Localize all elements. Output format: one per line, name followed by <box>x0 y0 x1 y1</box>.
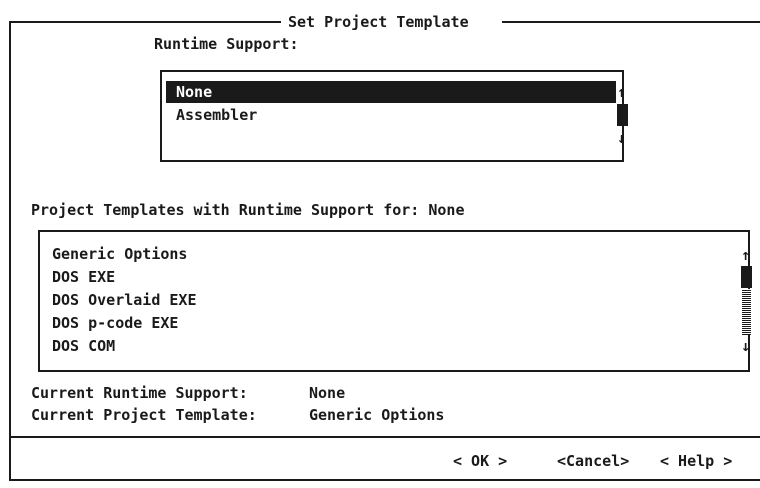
scrollbar-track[interactable] <box>742 289 751 335</box>
list-item-dos-pcode-exe[interactable]: DOS p-code EXE <box>52 312 178 334</box>
templates-label: Project Templates with Runtime Support f… <box>31 199 464 221</box>
arrow-up-icon[interactable]: ↑ <box>617 81 626 103</box>
list-item-label: None <box>176 83 213 101</box>
list-border-left <box>160 70 162 162</box>
button-separator <box>9 436 760 438</box>
dialog-border-top-right <box>502 21 760 23</box>
list-item-generic-options[interactable]: Generic Options <box>52 243 187 265</box>
list-item-dos-overlaid-exe[interactable]: DOS Overlaid EXE <box>52 289 197 311</box>
scrollbar-thumb[interactable] <box>741 266 752 288</box>
list-border-top <box>160 70 624 72</box>
current-template-label: Current Project Template: <box>31 406 257 424</box>
arrow-up-icon[interactable]: ↑ <box>741 244 750 266</box>
arrow-down-icon[interactable]: ↓ <box>741 335 750 357</box>
current-runtime-value: None <box>309 384 346 402</box>
list-border-bottom <box>160 160 624 162</box>
list-item-dos-exe[interactable]: DOS EXE <box>52 266 115 288</box>
ok-button[interactable]: < OK > <box>453 450 507 472</box>
list-item-dos-com[interactable]: DOS COM <box>52 335 115 357</box>
templates-label-prefix: Project Templates with Runtime Support f… <box>31 201 420 219</box>
dialog-border-bottom <box>9 479 760 481</box>
templates-label-runtime: None <box>428 201 465 219</box>
current-template-value: Generic Options <box>309 406 445 424</box>
list-item-assembler[interactable]: Assembler <box>176 104 257 126</box>
list-border-top <box>38 230 750 232</box>
help-button[interactable]: < Help > <box>660 450 732 472</box>
dialog-border-top-left <box>9 21 281 23</box>
list-border-left <box>38 230 40 372</box>
list-item-none-selected[interactable]: None <box>166 81 616 103</box>
arrow-down-icon[interactable]: ↓ <box>617 127 626 149</box>
cancel-button[interactable]: <Cancel> <box>557 450 629 472</box>
scrollbar-thumb[interactable] <box>617 104 628 126</box>
runtime-support-label: Runtime Support: <box>154 35 299 53</box>
dialog-title: Set Project Template <box>288 13 469 31</box>
current-runtime-label: Current Runtime Support: <box>31 384 248 402</box>
dialog-border-left <box>9 21 11 481</box>
list-border-bottom <box>38 370 750 372</box>
